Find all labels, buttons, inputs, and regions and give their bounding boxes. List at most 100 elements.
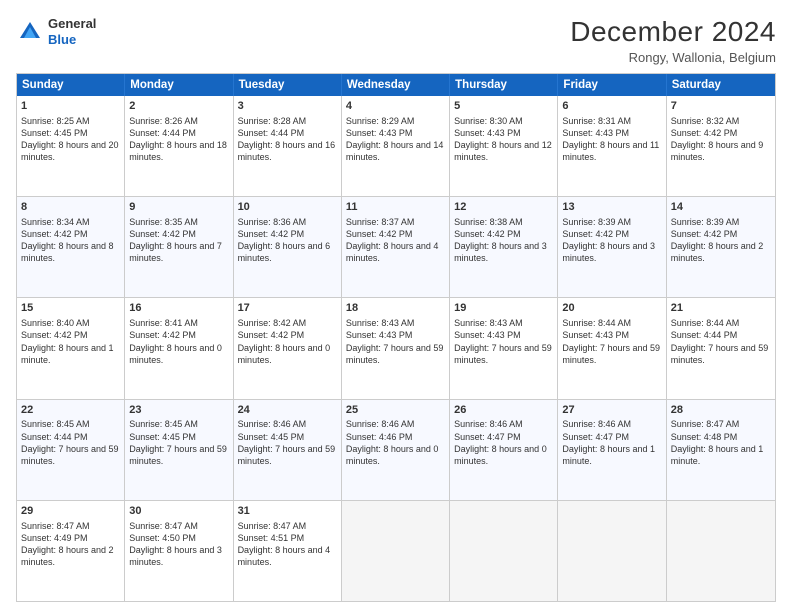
calendar-row-4: 22Sunrise: 8:45 AM Sunset: 4:44 PM Dayligh…	[17, 399, 775, 500]
daylight: Daylight: 7 hours and 59 minutes.	[671, 343, 769, 365]
sunset: Sunset: 4:47 PM	[562, 432, 629, 442]
daylight: Daylight: 8 hours and 0 minutes.	[454, 444, 547, 466]
calendar-cell: 21Sunrise: 8:44 AMSunset: 4:44 PMDayligh…	[667, 298, 775, 398]
header-day-sunday: Sunday	[17, 74, 125, 96]
daylight: Daylight: 8 hours and 1 minute.	[562, 444, 655, 466]
sunrise: Sunrise: 8:26 AM	[129, 116, 198, 126]
header: General Blue December 2024 Rongy, Wallon…	[16, 16, 776, 65]
sunset: Sunset: 4:48 PM	[671, 432, 738, 442]
daylight: Daylight: 8 hours and 1 minute.	[671, 444, 764, 466]
daylight: Daylight: 8 hours and 7 minutes.	[129, 241, 222, 263]
calendar-cell: 9Sunrise: 8:35 AMSunset: 4:42 PMDaylight…	[125, 197, 233, 297]
month-title: December 2024	[570, 16, 776, 48]
calendar-cell: 19Sunrise: 8:43 AMSunset: 4:43 PMDayligh…	[450, 298, 558, 398]
sunset: Sunset: 4:45 PM	[129, 432, 196, 442]
day-number: 1	[21, 99, 120, 114]
header-day-tuesday: Tuesday	[234, 74, 342, 96]
day-number: 13	[562, 200, 661, 215]
page: General Blue December 2024 Rongy, Wallon…	[0, 0, 792, 612]
daylight: Daylight: 7 hours and 59 minutes.	[129, 444, 227, 466]
daylight: Daylight: 8 hours and 20 minutes.	[21, 140, 119, 162]
sunrise: Sunrise: 8:30 AM	[454, 116, 523, 126]
sunrise: Sunrise: 8:47 AM	[129, 521, 198, 531]
day-number: 20	[562, 301, 661, 316]
daylight: Daylight: 7 hours and 59 minutes.	[346, 343, 444, 365]
day-number: 23	[129, 403, 228, 418]
daylight: Daylight: 7 hours and 59 minutes.	[454, 343, 552, 365]
day-number: 6	[562, 99, 661, 114]
sunset: Sunset: 4:42 PM	[454, 229, 521, 239]
sunset: Sunset: 4:50 PM	[129, 533, 196, 543]
calendar-cell	[342, 501, 450, 601]
day-number: 21	[671, 301, 771, 316]
day-number: 30	[129, 504, 228, 519]
day-number: 14	[671, 200, 771, 215]
calendar-cell: 12Sunrise: 8:38 AMSunset: 4:42 PMDayligh…	[450, 197, 558, 297]
calendar-cell: 22Sunrise: 8:45 AMSunset: 4:44 PMDayligh…	[17, 400, 125, 500]
sunrise: Sunrise: 8:37 AM	[346, 217, 415, 227]
sunrise: Sunrise: 8:46 AM	[454, 419, 523, 429]
daylight: Daylight: 8 hours and 18 minutes.	[129, 140, 227, 162]
calendar-cell: 16Sunrise: 8:41 AMSunset: 4:42 PMDayligh…	[125, 298, 233, 398]
sunrise: Sunrise: 8:36 AM	[238, 217, 307, 227]
daylight: Daylight: 7 hours and 59 minutes.	[562, 343, 660, 365]
sunrise: Sunrise: 8:42 AM	[238, 318, 307, 328]
day-number: 31	[238, 504, 337, 519]
sunrise: Sunrise: 8:46 AM	[346, 419, 415, 429]
day-number: 10	[238, 200, 337, 215]
daylight: Daylight: 8 hours and 9 minutes.	[671, 140, 764, 162]
day-number: 4	[346, 99, 445, 114]
title-block: December 2024 Rongy, Wallonia, Belgium	[570, 16, 776, 65]
day-number: 15	[21, 301, 120, 316]
daylight: Daylight: 8 hours and 4 minutes.	[238, 545, 331, 567]
sunrise: Sunrise: 8:32 AM	[671, 116, 740, 126]
sunrise: Sunrise: 8:35 AM	[129, 217, 198, 227]
day-number: 18	[346, 301, 445, 316]
calendar-cell	[450, 501, 558, 601]
sunrise: Sunrise: 8:38 AM	[454, 217, 523, 227]
sunrise: Sunrise: 8:34 AM	[21, 217, 90, 227]
daylight: Daylight: 8 hours and 4 minutes.	[346, 241, 439, 263]
day-number: 22	[21, 403, 120, 418]
sunrise: Sunrise: 8:47 AM	[21, 521, 90, 531]
daylight: Daylight: 8 hours and 0 minutes.	[238, 343, 331, 365]
calendar-cell: 15Sunrise: 8:40 AMSunset: 4:42 PMDayligh…	[17, 298, 125, 398]
sunset: Sunset: 4:42 PM	[129, 330, 196, 340]
sunrise: Sunrise: 8:39 AM	[562, 217, 631, 227]
sunset: Sunset: 4:42 PM	[562, 229, 629, 239]
logo-icon	[16, 18, 44, 46]
logo: General Blue	[16, 16, 96, 47]
sunset: Sunset: 4:44 PM	[671, 330, 738, 340]
sunset: Sunset: 4:44 PM	[21, 432, 88, 442]
header-day-thursday: Thursday	[450, 74, 558, 96]
daylight: Daylight: 8 hours and 3 minutes.	[562, 241, 655, 263]
sunrise: Sunrise: 8:46 AM	[562, 419, 631, 429]
calendar-header: SundayMondayTuesdayWednesdayThursdayFrid…	[17, 74, 775, 96]
calendar-cell	[558, 501, 666, 601]
daylight: Daylight: 8 hours and 11 minutes.	[562, 140, 659, 162]
day-number: 2	[129, 99, 228, 114]
daylight: Daylight: 7 hours and 59 minutes.	[238, 444, 336, 466]
sunset: Sunset: 4:43 PM	[562, 128, 629, 138]
calendar-cell: 17Sunrise: 8:42 AMSunset: 4:42 PMDayligh…	[234, 298, 342, 398]
calendar-row-2: 8Sunrise: 8:34 AMSunset: 4:42 PMDaylight…	[17, 196, 775, 297]
sunrise: Sunrise: 8:29 AM	[346, 116, 415, 126]
calendar-row-5: 29Sunrise: 8:47 AMSunset: 4:49 PMDayligh…	[17, 500, 775, 601]
sunset: Sunset: 4:43 PM	[454, 330, 521, 340]
header-day-monday: Monday	[125, 74, 233, 96]
header-day-friday: Friday	[558, 74, 666, 96]
calendar-cell: 27Sunrise: 8:46 AMSunset: 4:47 PMDayligh…	[558, 400, 666, 500]
calendar-cell: 24Sunrise: 8:46 AMSunset: 4:45 PMDayligh…	[234, 400, 342, 500]
sunrise: Sunrise: 8:45 AM	[21, 419, 90, 429]
calendar-cell: 18Sunrise: 8:43 AMSunset: 4:43 PMDayligh…	[342, 298, 450, 398]
sunrise: Sunrise: 8:47 AM	[671, 419, 740, 429]
day-number: 11	[346, 200, 445, 215]
calendar-cell: 5Sunrise: 8:30 AMSunset: 4:43 PMDaylight…	[450, 96, 558, 196]
calendar-cell: 10Sunrise: 8:36 AMSunset: 4:42 PMDayligh…	[234, 197, 342, 297]
sunrise: Sunrise: 8:25 AM	[21, 116, 90, 126]
day-number: 19	[454, 301, 553, 316]
calendar-cell: 3Sunrise: 8:28 AMSunset: 4:44 PMDaylight…	[234, 96, 342, 196]
day-number: 29	[21, 504, 120, 519]
sunset: Sunset: 4:42 PM	[346, 229, 413, 239]
logo-blue: Blue	[48, 32, 76, 47]
